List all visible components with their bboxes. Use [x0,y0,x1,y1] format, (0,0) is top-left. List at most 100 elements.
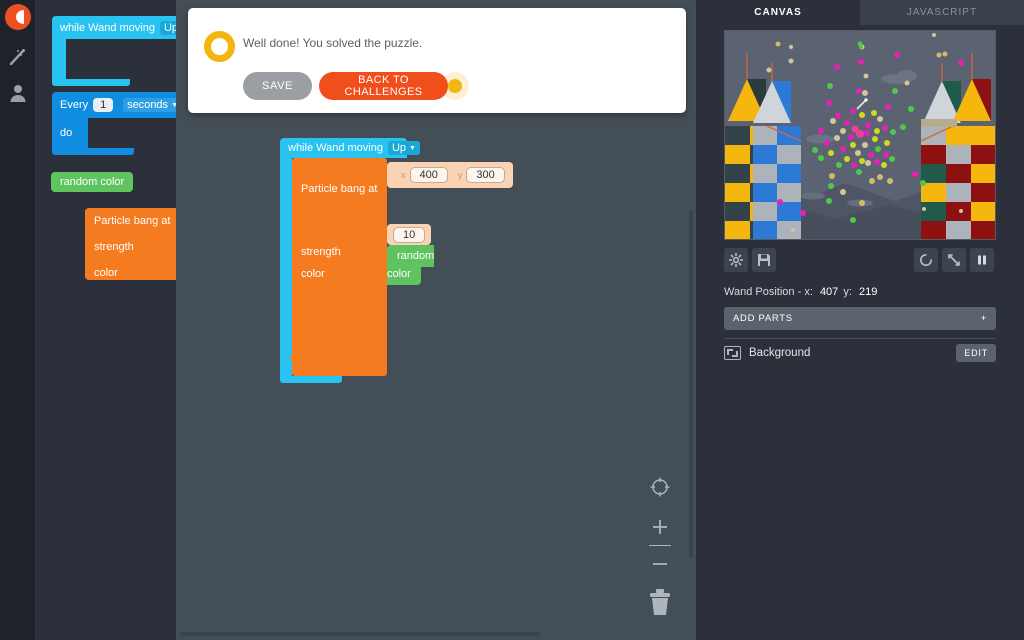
zoom-out-icon[interactable] [646,550,674,578]
every-units-dropdown[interactable]: seconds ▼ [123,98,176,112]
every-block-label: Every [60,99,88,111]
background-label: Background [749,347,956,359]
left-icon-rail [0,0,35,640]
every-block-head: Every 1 seconds ▼ [52,92,176,118]
particle-color-row: color [85,260,176,286]
restart-icon[interactable] [914,248,938,272]
center-target-icon[interactable] [646,473,674,501]
pause-icon[interactable] [970,248,994,272]
particle-strength-label: strength [94,241,134,253]
edit-background-button[interactable]: EDIT [956,344,996,362]
script-particle-bang-block[interactable]: Particle bang at strength color [292,158,387,376]
script-xy-plug [393,170,398,181]
script-while-direction-dropdown[interactable]: Up ▼ [388,141,420,155]
canvas-preview[interactable] [724,30,996,240]
script-particle-title-row: Particle bang at [301,183,377,195]
add-parts-label: ADD PARTS [733,313,793,324]
particle-bang-title-row: Particle bang at [85,208,176,234]
while-direction-dropdown[interactable]: Up ▼ [160,21,176,35]
every-block-do-label: do [60,127,72,139]
right-panel: CANVAS JAVASCRIPT [696,0,1024,640]
app-root: while Wand moving Up ▼ do Every 1 [0,0,1024,640]
script-while-label: while Wand moving [288,142,383,154]
workspace-zoom-controls[interactable] [646,513,674,578]
script-color-label: color [301,268,325,280]
wand-icon[interactable] [0,46,35,68]
wand-position-y-value: 219 [859,286,877,298]
while-block-inner-notch [74,39,88,44]
palette-block-every-seconds[interactable]: do Every 1 seconds ▼ [52,92,176,157]
wand-position-readout: Wand Position - x: 407 y: 219 [724,286,879,298]
workspace-horizontal-scrollbar[interactable] [180,632,540,636]
particle-color-label: color [94,267,118,279]
script-strength-label: strength [301,246,341,258]
puzzle-solved-dialog: Well done! You solved the puzzle. SAVE B… [188,8,686,113]
script-strength-slot[interactable]: 10 [387,224,431,245]
palette-block-particle-bang[interactable]: Particle bang at strength color x 400 [85,208,176,280]
workspace-center-tool[interactable] [646,473,674,501]
script-y-label: y [458,170,463,180]
tab-javascript[interactable]: JAVASCRIPT [860,0,1024,25]
fullscreen-icon[interactable] [942,248,966,272]
trash-icon[interactable] [646,588,674,616]
every-interval-input[interactable]: 1 [93,98,113,112]
dialog-message: Well done! You solved the puzzle. [243,36,422,50]
app-logo[interactable] [5,4,31,30]
back-to-challenges-button[interactable]: BACK TO CHALLENGES [319,72,448,100]
every-block-mid: do [52,118,88,148]
while-block-arm [52,39,66,79]
script-particle-bottom-notch [290,356,303,361]
script-particle-label: Particle bang at [301,183,377,195]
workspace-vertical-scrollbar[interactable] [689,210,693,558]
wand-position-x-value: 407 [820,286,838,298]
success-ring-icon [204,31,235,62]
background-icon [724,346,741,360]
every-block-foot [52,148,134,155]
workspace-trash[interactable] [646,588,674,616]
wand-position-y-label: y: [843,286,852,298]
wand-position-label: Wand Position - [724,286,801,298]
script-while-foot [280,376,342,383]
parts-list-item-background[interactable]: Background EDIT [724,343,996,363]
script-while-head: while Wand moving Up ▼ [280,138,407,158]
chevron-down-icon: ▼ [409,145,416,152]
while-block-head: while Wand moving Up ▼ [52,16,176,39]
panel-tabs: CANVAS JAVASCRIPT [696,0,1024,25]
script-x-label: x [401,170,406,180]
save-button[interactable]: SAVE [243,72,312,100]
random-color-label: random color [60,176,124,188]
while-direction-value: Up [164,22,176,34]
script-strength-input[interactable]: 10 [393,227,425,243]
settings-gear-icon[interactable] [724,248,748,272]
add-parts-button[interactable]: ADD PARTS + [724,307,996,330]
canvas-controls [724,248,996,272]
script-y-input[interactable]: 300 [466,167,504,183]
user-icon[interactable] [0,82,35,104]
reward-badge-dot [448,79,462,93]
while-block-label: while Wand moving [60,22,155,34]
script-while-direction-value: Up [392,142,406,154]
save-disk-icon[interactable] [752,248,776,272]
script-while-arm [280,158,292,376]
wand-position-x-label: x: [804,286,813,298]
script-random-color-block[interactable]: random color [387,245,434,285]
every-units-value: seconds [127,99,168,111]
script-color-row: color [301,268,325,280]
palette-block-while-wand-moving[interactable]: while Wand moving Up ▼ [52,16,176,90]
zoom-in-icon[interactable] [646,513,674,541]
palette-block-random-color[interactable]: random color [51,172,133,192]
tab-canvas[interactable]: CANVAS [696,0,860,25]
particle-bang-label: Particle bang at [94,215,170,227]
logo-moon-shape [16,10,24,24]
while-block-foot [52,79,130,86]
particle-strength-row: strength [85,234,176,260]
canvas-scene [725,31,995,239]
script-xy-slot[interactable]: x 400 y 300 [387,162,513,188]
script-strength-row: strength [301,246,341,258]
script-color-slot[interactable]: random color [387,246,434,282]
blocks-palette[interactable]: while Wand moving Up ▼ do Every 1 [35,0,176,640]
script-x-input[interactable]: 400 [410,167,448,183]
plus-icon: + [981,313,987,324]
parts-divider [724,338,996,339]
zoom-divider [649,545,671,546]
